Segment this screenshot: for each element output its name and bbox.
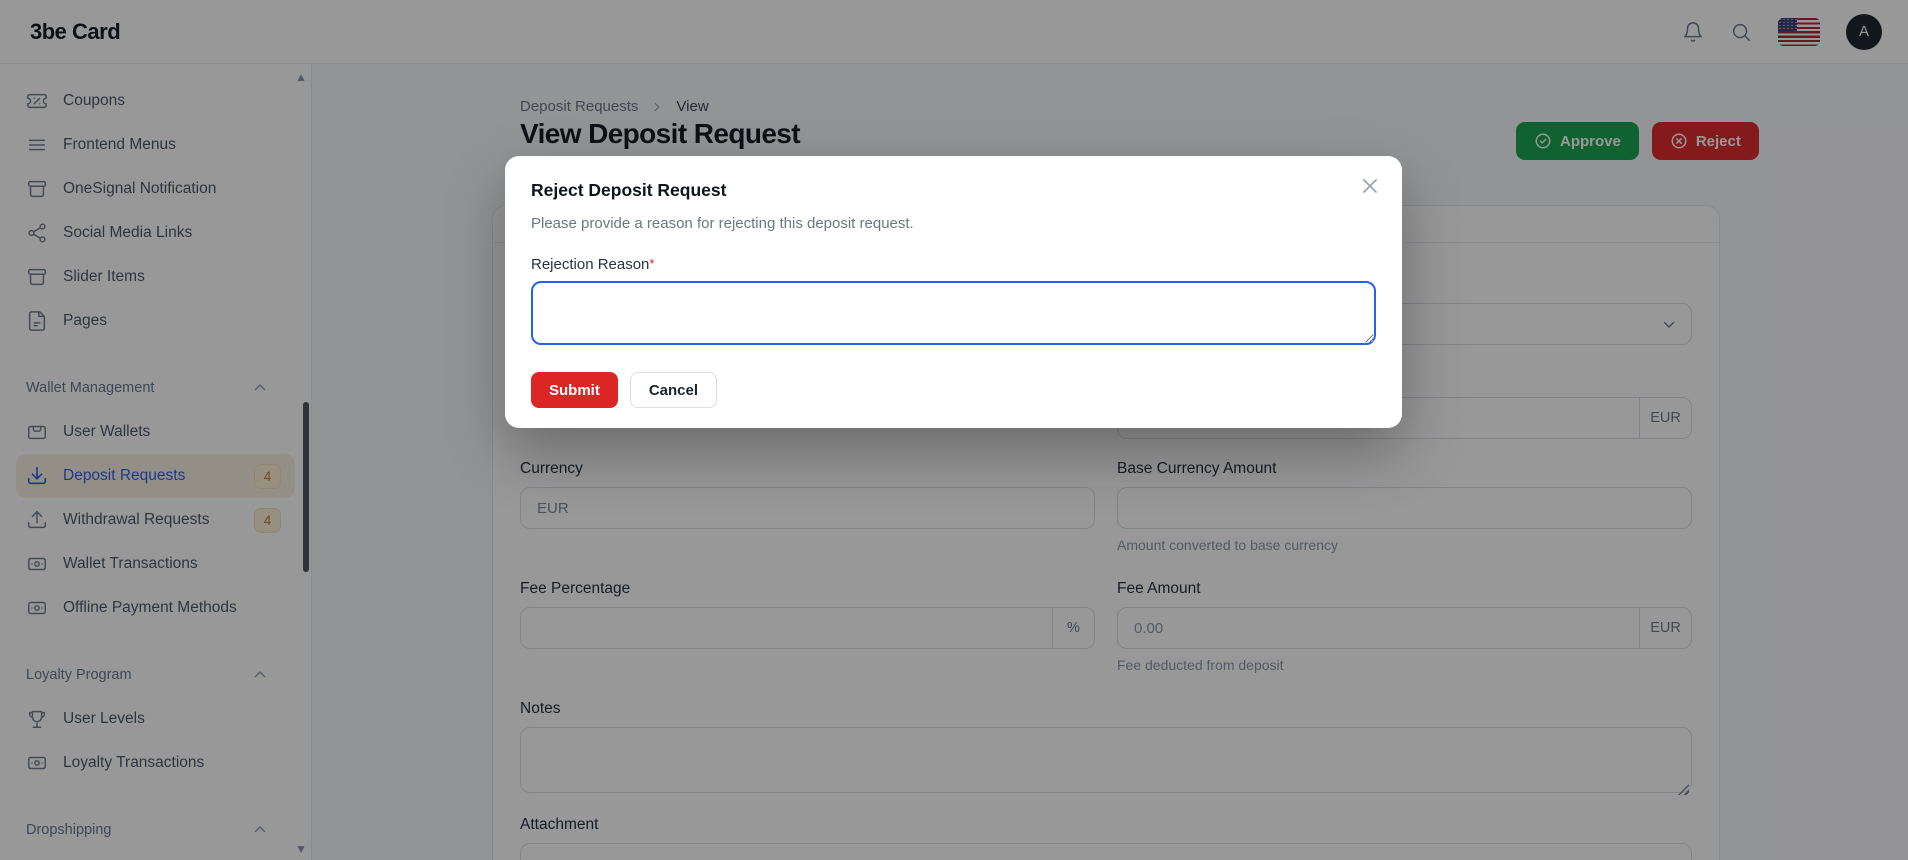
app-root: 3be Card A ▲ Coupons Frontend Menus OneS… xyxy=(0,0,1908,860)
modal-overlay xyxy=(0,0,1908,860)
cancel-button[interactable]: Cancel xyxy=(629,372,718,408)
close-icon[interactable] xyxy=(1358,174,1382,198)
modal-description: Please provide a reason for rejecting th… xyxy=(531,215,914,232)
modal-title: Reject Deposit Request xyxy=(531,180,727,200)
submit-button[interactable]: Submit xyxy=(531,372,618,408)
rejection-reason-text: Rejection Reason xyxy=(531,256,650,273)
reject-deposit-modal: Reject Deposit Request Please provide a … xyxy=(505,156,1402,428)
rejection-reason-label: Rejection Reason* xyxy=(531,256,1376,273)
rejection-reason-textarea[interactable] xyxy=(531,281,1376,345)
required-asterisk: * xyxy=(649,256,655,271)
